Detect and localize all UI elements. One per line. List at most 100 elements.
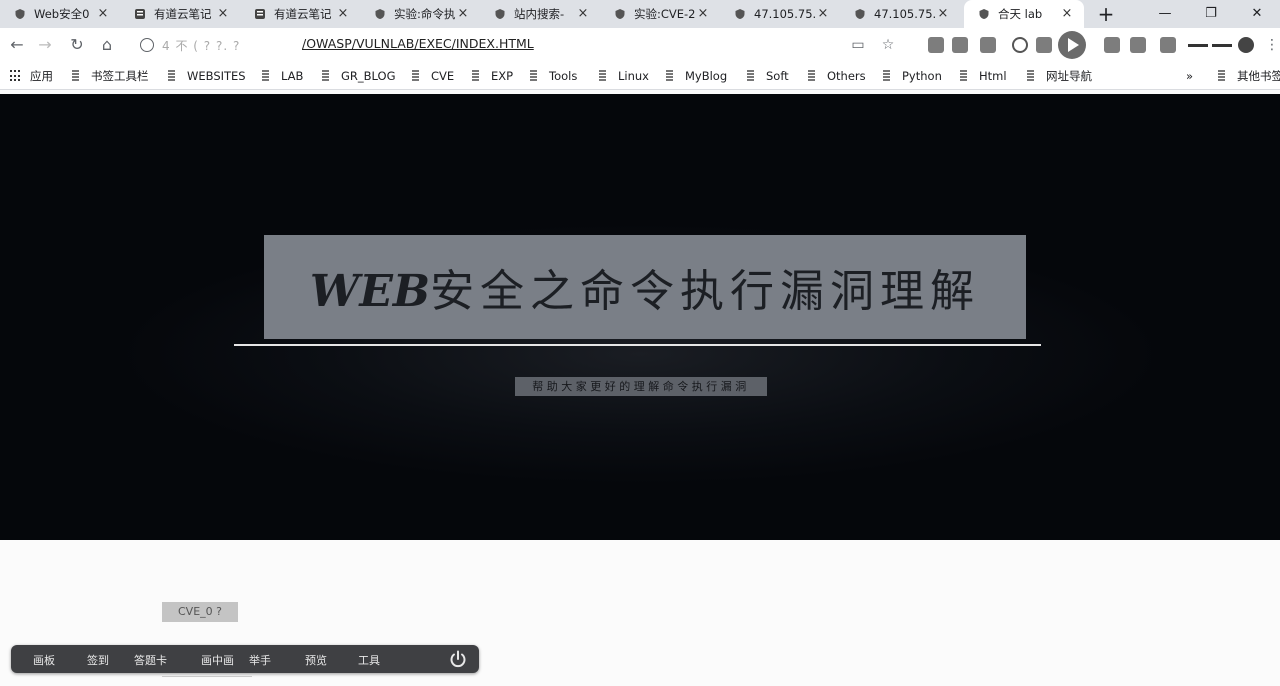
browser-tab[interactable]: 有道云笔记 × — [120, 0, 240, 28]
folder-icon — [472, 70, 479, 82]
folder-icon — [72, 70, 79, 82]
reload-icon[interactable]: ↻ — [66, 34, 88, 56]
browser-tab[interactable]: 47.105.75. × — [720, 0, 840, 28]
folder-icon — [599, 70, 606, 82]
section-label: CVE_0 ? — [162, 602, 238, 622]
tab-title: 有道云笔记 — [274, 7, 332, 21]
browser-tab[interactable]: Web安全0 × — [0, 0, 120, 28]
extension-icon[interactable] — [1188, 44, 1208, 47]
extension-icon[interactable] — [1130, 37, 1146, 53]
toolbar-raise-hand[interactable]: 举手 — [249, 652, 271, 667]
bookmark-label: GR_BLOG — [341, 69, 396, 83]
extension-icon[interactable] — [980, 37, 996, 53]
note-icon — [134, 8, 146, 20]
power-icon[interactable] — [448, 649, 468, 669]
bookmark-label: Linux — [618, 69, 649, 83]
bookmarks-bar: 应用 书签工具栏 WEBSITES LAB GR_BLOG CVE EXP To… — [0, 62, 1280, 90]
extension-icon[interactable] — [1012, 37, 1028, 53]
video-play-icon[interactable] — [1058, 31, 1086, 59]
bookmark-folder[interactable]: Tools — [530, 68, 577, 84]
browser-tab[interactable]: 实验:CVE-2 × — [600, 0, 720, 28]
page-title: WEB安全之命令执行漏洞理解 — [310, 255, 980, 319]
close-icon[interactable]: × — [816, 7, 830, 21]
bookmark-folder[interactable]: Soft — [747, 68, 789, 84]
folder-icon — [960, 70, 967, 82]
toolbar-checkin[interactable]: 签到 — [87, 652, 109, 667]
extension-icon[interactable] — [1160, 37, 1176, 53]
menu-icon[interactable]: ⋮ — [1264, 37, 1280, 53]
bookmark-folder[interactable]: EXP — [472, 68, 513, 84]
forward-icon[interactable]: → — [34, 34, 56, 56]
extension-icon[interactable] — [1238, 37, 1254, 53]
hero-divider — [234, 344, 1041, 346]
bookmark-folder[interactable]: 书签工具栏 — [72, 68, 149, 84]
bookmark-folder[interactable]: 网址导航 — [1027, 68, 1092, 84]
shield-icon — [978, 8, 990, 20]
close-icon[interactable]: × — [96, 7, 110, 21]
folder-icon — [808, 70, 815, 82]
close-icon[interactable]: × — [576, 7, 590, 21]
hero-subtitle: 帮助大家更好的理解命令执行漏洞 — [515, 377, 767, 396]
bookmark-star-icon[interactable]: ☆ — [880, 37, 896, 53]
bookmark-apps[interactable]: 应用 — [10, 68, 53, 84]
extension-icon[interactable] — [1104, 37, 1120, 53]
toolbar-tools[interactable]: 工具 — [358, 652, 380, 667]
bookmark-folder[interactable]: WEBSITES — [168, 68, 246, 84]
close-icon[interactable]: × — [216, 7, 230, 21]
bookmark-folder[interactable]: MyBlog — [666, 68, 727, 84]
toolbar-picture-in-picture[interactable]: 画中画 — [201, 652, 234, 667]
browser-tab[interactable]: 实验:命令执 × — [360, 0, 480, 28]
bookmark-label: Tools — [549, 69, 578, 83]
tab-title: 实验:CVE-2 — [634, 7, 696, 21]
apps-grid-icon — [10, 70, 22, 82]
bookmark-folder[interactable]: CVE — [412, 68, 454, 84]
close-icon[interactable]: × — [936, 7, 950, 21]
hero-banner: WEB安全之命令执行漏洞理解 帮助大家更好的理解命令执行漏洞 — [0, 94, 1280, 540]
close-icon[interactable]: × — [456, 7, 470, 21]
close-icon[interactable]: × — [696, 7, 710, 21]
info-icon[interactable] — [140, 38, 154, 52]
bookmark-folder[interactable]: Linux — [599, 68, 649, 84]
title-rest: 安全之命令执行漏洞理解 — [430, 266, 981, 317]
toolbar-preview[interactable]: 预览 — [305, 652, 327, 667]
bookmark-folder[interactable]: Others — [808, 68, 866, 84]
close-icon[interactable]: × — [1060, 7, 1074, 21]
tab-strip: Web安全0 × 有道云笔记 × 有道云笔记 × 实验:命令执 × 站内搜索- … — [0, 0, 1280, 28]
browser-tab-active[interactable]: 合天 lab × — [964, 0, 1084, 28]
bookmark-folder[interactable]: Html — [960, 68, 1007, 84]
address-bar[interactable]: 4 不 ( ? ?. ? /OWASP/VULNLAB/EXEC/INDEX.H… — [130, 32, 910, 58]
home-icon[interactable]: ⌂ — [96, 34, 118, 56]
browser-toolbar: ← → ↻ ⌂ 4 不 ( ? ?. ? /OWASP/VULNLAB/EXEC… — [0, 28, 1280, 62]
restore-icon[interactable]: ❐ — [1188, 0, 1234, 28]
extension-icon[interactable] — [952, 37, 968, 53]
bookmarks-more-button[interactable]: » — [1186, 68, 1193, 84]
bookmark-label: LAB — [281, 69, 304, 83]
folder-icon — [883, 70, 890, 82]
note-icon — [254, 8, 266, 20]
extension-icon[interactable] — [928, 37, 944, 53]
browser-tab[interactable]: 47.105.75. × — [840, 0, 960, 28]
extension-icon[interactable] — [1212, 44, 1232, 47]
bookmark-folder[interactable]: Python — [883, 68, 942, 84]
new-tab-button[interactable]: + — [1095, 3, 1117, 25]
bookmark-folder[interactable]: GR_BLOG — [322, 68, 396, 84]
back-icon[interactable]: ← — [6, 34, 28, 56]
browser-tab[interactable]: 有道云笔记 × — [240, 0, 360, 28]
shield-icon — [14, 8, 26, 20]
tab-title: 有道云笔记 — [154, 7, 212, 21]
cast-icon[interactable]: ▭ — [850, 37, 866, 53]
bookmark-folder[interactable]: 其他书签 — [1218, 68, 1280, 84]
tab-title: 站内搜索- — [514, 7, 565, 21]
tab-title: 合天 lab — [998, 7, 1043, 21]
toolbar-answer-card[interactable]: 答题卡 — [134, 652, 167, 667]
extension-icon[interactable] — [1036, 37, 1052, 53]
close-window-icon[interactable]: ✕ — [1234, 0, 1280, 28]
minimize-icon[interactable]: — — [1142, 0, 1188, 28]
toolbar-whiteboard[interactable]: 画板 — [33, 652, 55, 667]
close-icon[interactable]: × — [336, 7, 350, 21]
address-host: 4 不 ( ? ?. ? — [162, 39, 241, 53]
classroom-toolbar: 画板 签到 答题卡 画中画 举手 预览 工具 — [11, 645, 479, 673]
bookmark-folder[interactable]: LAB — [262, 68, 303, 84]
bookmark-label: 应用 — [30, 69, 53, 83]
browser-tab[interactable]: 站内搜索- × — [480, 0, 600, 28]
